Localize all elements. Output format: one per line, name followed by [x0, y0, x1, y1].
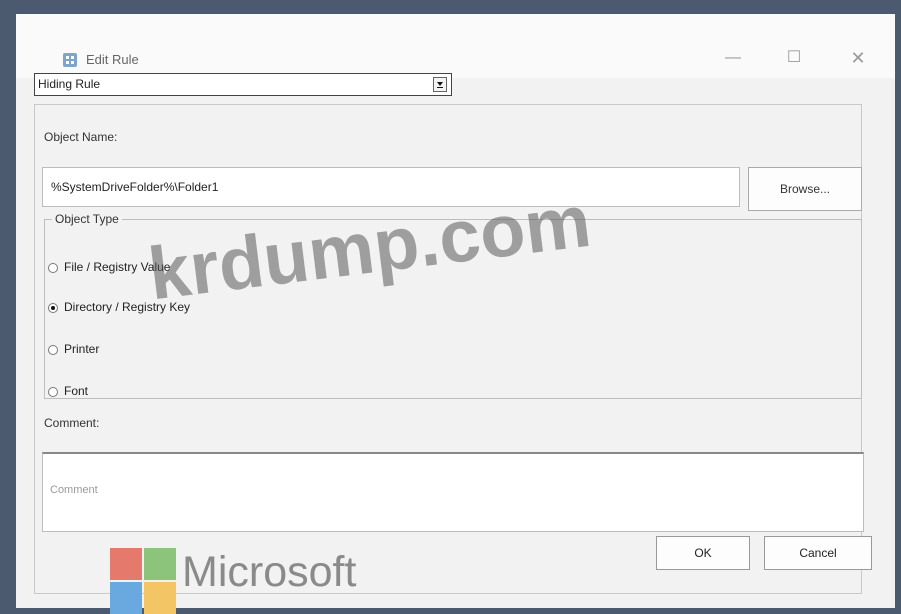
microsoft-wordmark: Microsoft	[182, 548, 357, 596]
radio-selected-icon[interactable]	[48, 303, 58, 313]
comment-placeholder: Comment	[50, 484, 98, 496]
rule-type-select[interactable]: Hiding Rule	[34, 73, 452, 96]
radio-icon[interactable]	[48, 263, 58, 273]
radio-icon[interactable]	[48, 387, 58, 397]
object-type-legend: Object Type	[52, 212, 122, 226]
object-name-input[interactable]: %SystemDriveFolder%\Folder1	[42, 167, 740, 207]
microsoft-logo-icon	[110, 548, 176, 614]
comment-label: Comment:	[44, 416, 100, 430]
rule-type-value: Hiding Rule	[38, 77, 101, 91]
close-button[interactable]: ✕	[838, 44, 878, 72]
radio-label: Printer	[64, 342, 100, 356]
radio-label: File / Registry Value	[64, 260, 171, 274]
title-bar: Edit Rule — ☐ ✕	[16, 14, 895, 78]
radio-label: Directory / Registry Key	[64, 300, 191, 314]
app-icon	[63, 53, 77, 67]
radio-icon[interactable]	[48, 345, 58, 355]
radio-label: Font	[64, 384, 89, 398]
comment-textarea[interactable]	[42, 452, 864, 532]
minimize-button[interactable]: —	[713, 44, 753, 72]
dropdown-arrow-icon[interactable]	[433, 77, 447, 92]
maximize-button[interactable]: ☐	[774, 44, 814, 72]
window-title: Edit Rule	[86, 52, 139, 67]
object-name-label: Object Name:	[44, 130, 118, 144]
ok-button[interactable]: OK	[656, 536, 750, 570]
browse-button[interactable]: Browse...	[748, 167, 862, 211]
cancel-button[interactable]: Cancel	[764, 536, 872, 570]
